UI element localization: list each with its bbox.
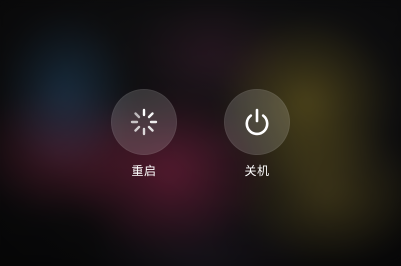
power-menu-screen: 重启 关机 bbox=[0, 0, 401, 266]
power-off-button[interactable] bbox=[224, 89, 290, 155]
background-dim-overlay bbox=[0, 0, 401, 266]
restart-action: 重启 bbox=[104, 89, 184, 179]
power-off-label: 关机 bbox=[244, 164, 270, 178]
power-icon bbox=[245, 108, 269, 136]
restart-button[interactable] bbox=[111, 89, 177, 155]
restart-label: 重启 bbox=[131, 164, 157, 178]
restart-spinner-icon bbox=[130, 108, 158, 136]
power-off-action: 关机 bbox=[217, 89, 297, 179]
